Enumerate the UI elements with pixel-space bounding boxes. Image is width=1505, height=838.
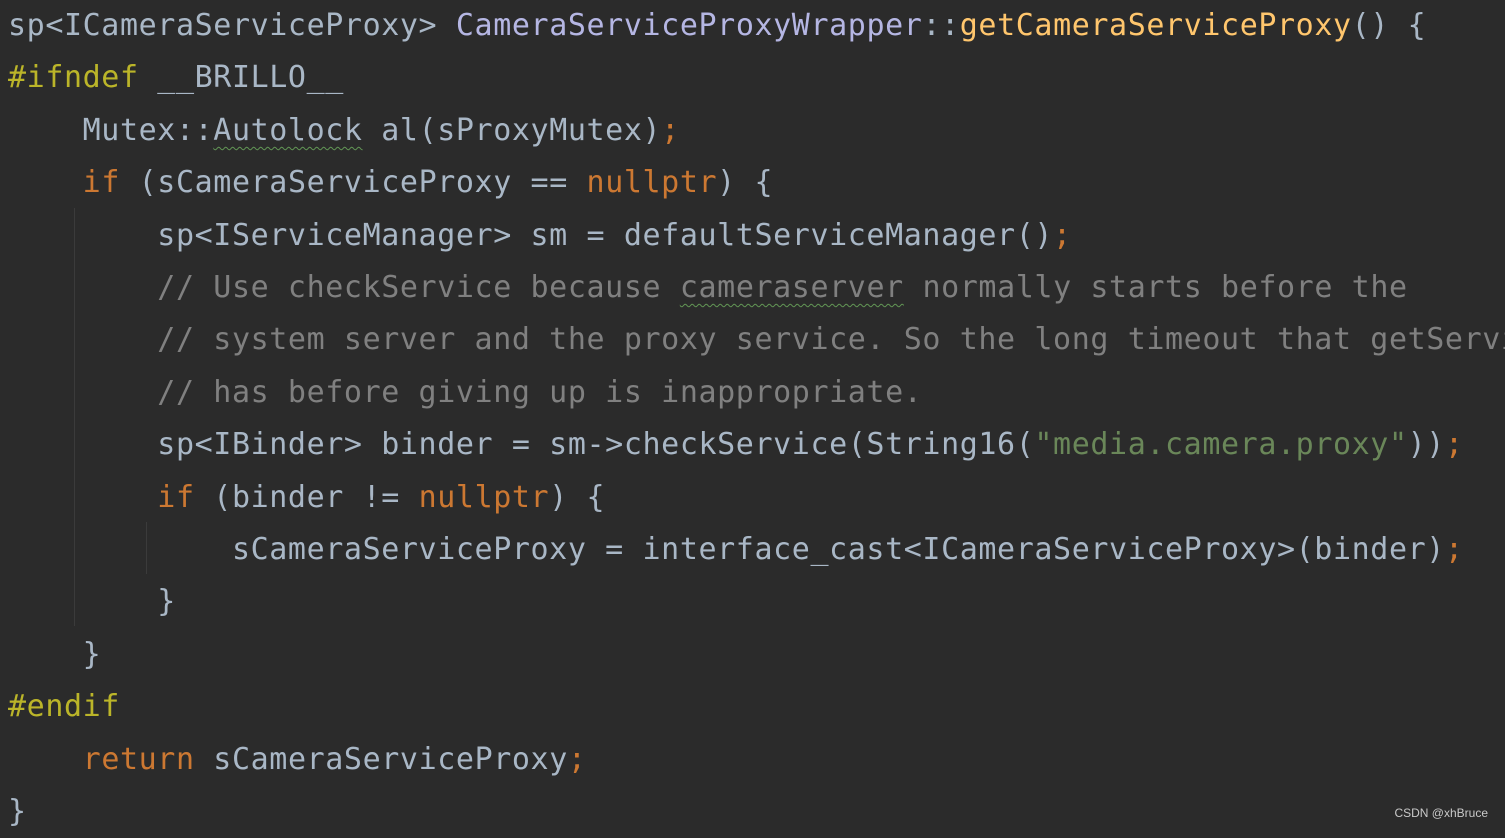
- code-token: ) {: [717, 165, 774, 201]
- code-line[interactable]: }: [8, 629, 101, 681]
- code-line[interactable]: if (binder != nullptr) {: [8, 472, 605, 524]
- code-token: if: [157, 479, 195, 515]
- code-line[interactable]: // has before giving up is inappropriate…: [8, 367, 922, 419]
- code-token: ;: [1444, 532, 1464, 567]
- code-token: }: [8, 794, 27, 829]
- code-token: sp<IBinder> binder = sm->checkService(St…: [8, 427, 1035, 463]
- code-token: nullptr: [586, 165, 718, 201]
- code-token: sp<IServiceManager> sm = defaultServiceM…: [8, 217, 1054, 253]
- code-token: sp<ICameraServiceProxy>: [8, 8, 456, 43]
- code-token: Mutex::: [8, 112, 214, 148]
- code-line[interactable]: // Use checkService because cameraserver…: [8, 262, 1408, 314]
- code-token: }: [8, 636, 102, 672]
- code-line[interactable]: #endif: [8, 681, 120, 733]
- code-token: // Use checkService because: [8, 270, 680, 305]
- code-line[interactable]: }: [8, 576, 176, 628]
- code-token: CameraServiceProxyWrapper: [455, 8, 923, 43]
- code-token: #endif: [8, 689, 120, 725]
- code-token: #ifndef: [8, 60, 158, 96]
- code-token: ;: [567, 741, 587, 777]
- code-token: }: [8, 584, 176, 620]
- code-line[interactable]: sp<IBinder> binder = sm->checkService(St…: [8, 419, 1464, 471]
- code-token: // system server and the proxy service. …: [8, 322, 1505, 358]
- code-token: ;: [1444, 427, 1464, 463]
- code-line[interactable]: return sCameraServiceProxy;: [8, 734, 587, 786]
- code-token: nullptr: [418, 479, 550, 515]
- code-token: al(sProxyMutex): [362, 112, 662, 148]
- code-token: ;: [661, 112, 680, 148]
- code-token: if: [82, 165, 120, 201]
- code-line[interactable]: sp<IServiceManager> sm = defaultServiceM…: [8, 210, 1072, 262]
- code-token: () {: [1351, 8, 1427, 43]
- code-token: )): [1407, 427, 1445, 463]
- code-editor[interactable]: sp<ICameraServiceProxy> CameraServicePro…: [0, 0, 1505, 829]
- code-token: sCameraServiceProxy = interface_cast<ICa…: [8, 532, 1445, 567]
- watermark: CSDN @xhBruce: [1394, 806, 1488, 820]
- code-line[interactable]: Mutex::Autolock al(sProxyMutex);: [8, 105, 680, 157]
- code-token: (sCameraServiceProxy ==: [119, 165, 587, 201]
- code-token: ;: [1053, 217, 1072, 253]
- code-token: // has before giving up is inappropriate…: [8, 374, 923, 410]
- code-token: __BRILLO__: [157, 60, 344, 96]
- code-token: normally starts before the: [903, 270, 1408, 305]
- spelling-warning-token: Autolock: [213, 112, 363, 148]
- code-token: ) {: [549, 479, 606, 515]
- code-line[interactable]: if (sCameraServiceProxy == nullptr) {: [8, 157, 773, 209]
- code-line[interactable]: // system server and the proxy service. …: [8, 314, 1505, 366]
- code-token: getCameraServiceProxy: [959, 8, 1352, 43]
- code-line[interactable]: #ifndef __BRILLO__: [8, 52, 344, 104]
- code-token: sCameraServiceProxy: [194, 741, 568, 777]
- code-token: "media.camera.proxy": [1034, 427, 1408, 463]
- code-line[interactable]: sp<ICameraServiceProxy> CameraServicePro…: [8, 0, 1426, 52]
- spelling-warning-token: cameraserver: [679, 270, 904, 305]
- code-token: ::: [922, 8, 960, 43]
- code-token: (binder !=: [194, 479, 419, 515]
- code-token: return: [82, 741, 195, 777]
- code-line[interactable]: sCameraServiceProxy = interface_cast<ICa…: [8, 524, 1464, 576]
- code-line[interactable]: }: [8, 786, 27, 838]
